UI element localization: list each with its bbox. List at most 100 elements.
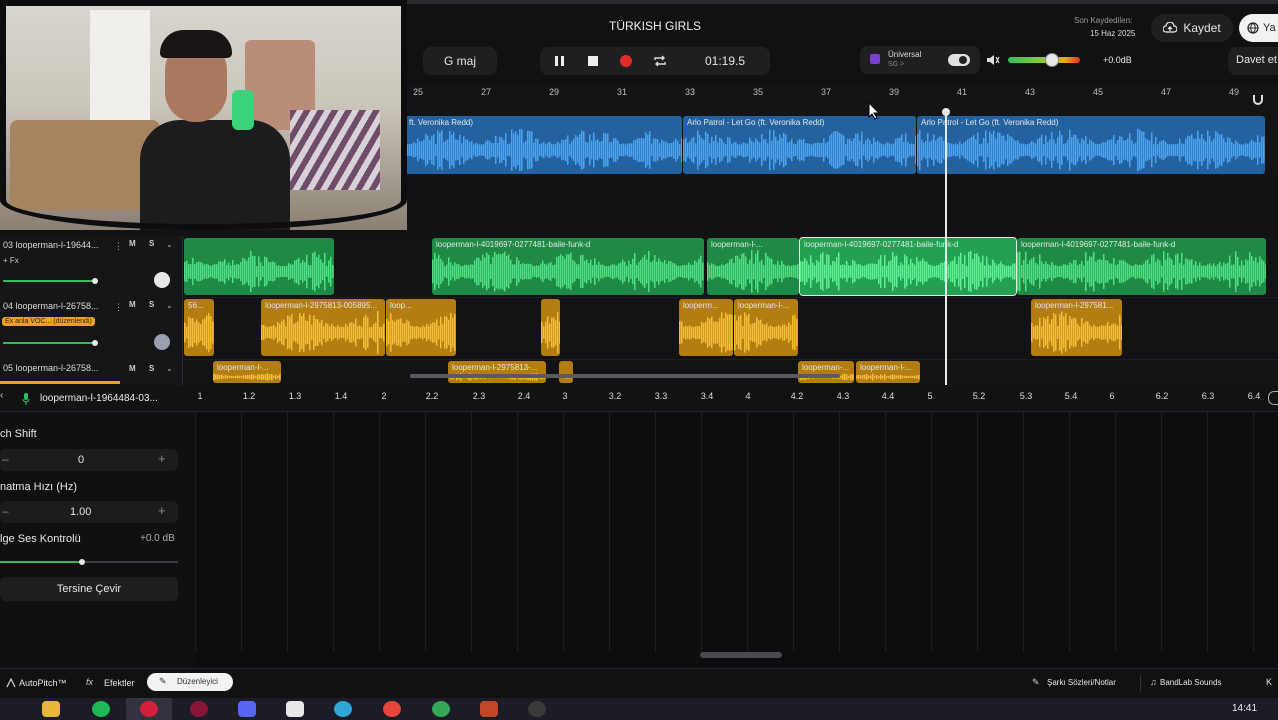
audio-clip[interactable]: Arlo Patrol - Let Go (ft. Veronika Redd) [683,116,916,174]
gain-slider-knob[interactable] [79,559,85,565]
audio-clip[interactable]: looperman-l-4019697-0277481-baile-funk-d [799,237,1017,296]
audio-clip[interactable]: looperman-l-... [856,361,920,383]
plus-icon[interactable]: + [158,503,166,518]
track-volume-slider-3[interactable] [3,280,95,282]
key-selector[interactable]: G maj [423,47,497,75]
more-icon[interactable]: ⋮ [114,241,123,252]
preset-selector[interactable]: Üniversal SG > [860,46,980,74]
horizontal-scrollbar[interactable] [410,374,840,378]
editor-grid[interactable] [195,412,1278,652]
speaker-icon[interactable] [986,53,1000,72]
audio-clip[interactable]: looperman-l-... [213,361,281,383]
plus-icon[interactable]: + [158,451,166,466]
edge-icon[interactable] [334,701,352,717]
spotify-icon[interactable] [92,701,110,717]
playback-rate-field[interactable]: – 1.00 + [0,501,178,523]
preset-toggle[interactable] [948,54,970,66]
effects-button[interactable]: Efektler [104,678,135,688]
project-title[interactable]: TÜRKISH GIRLS [540,19,770,33]
solo-button-3[interactable]: S [149,239,154,248]
audio-clip[interactable]: looperman-l-... [734,299,798,356]
solo-button-4[interactable]: S [149,300,154,309]
clip-label: looperman-l-297581... [1035,301,1114,310]
time-display: 01:19.5 [704,54,746,68]
track-tag-4[interactable]: Ex anla VOC... (düzenlendi) [2,317,95,326]
record-button[interactable] [612,47,640,75]
bandlab-icon[interactable] [140,701,158,717]
mute-button-4[interactable]: M [129,300,136,309]
editor-ruler-tick: 2 [381,391,387,401]
audio-clip[interactable]: looperman-l-2975813-... [448,361,546,383]
loop-button[interactable] [646,47,674,75]
help-button[interactable]: Ya [1239,14,1278,42]
chrome-profile-icon[interactable] [432,701,450,717]
gain-slider[interactable] [0,561,82,563]
track-header-4[interactable]: 04 looperman-l-26758... Ex anla VOC... (… [0,297,183,359]
stop-button[interactable] [579,47,607,75]
audio-clip[interactable]: looperman-l-... [707,238,799,295]
obs-icon[interactable] [528,701,546,717]
bandlab-sounds-button[interactable]: BandLab Sounds [1160,678,1221,687]
track-header-5[interactable]: 05 looperman-l-26758... M S ⌄ [0,359,183,385]
waveform [213,373,281,381]
audio-clip[interactable] [184,238,334,295]
audio-clip[interactable]: 56... [184,299,214,356]
music-app-icon[interactable] [190,701,208,717]
track-volume-knob-4[interactable] [92,340,98,346]
audio-clip[interactable]: looperman-l-4019697-0277481-baile-funk-d [1017,238,1266,295]
waveform [1017,251,1266,292]
editor-ruler[interactable]: 1 1.2 1.3 1.4 2 2.2 2.3 2.4 3 3.2 3.3 3.4 4 4.2 4.3 4.4… [0,385,1278,412]
editor-scrollbar[interactable] [700,652,782,658]
track-header-3[interactable]: 03 looperman-l-19644... + Fx M S ⌄ ⋮ [0,236,183,297]
solo-button-5[interactable]: S [149,364,154,373]
audio-clip[interactable]: looperman-... [798,361,854,383]
more-panel-button[interactable]: K [1266,677,1272,687]
track-tag-5-partial [0,381,120,384]
save-button[interactable]: Kaydet [1151,14,1233,42]
pan-knob-4[interactable] [154,334,170,350]
audio-clip[interactable]: looperman-l-2975813-005895... [261,299,385,356]
more-icon[interactable]: ⋮ [114,302,123,313]
chrome-icon[interactable] [383,701,401,717]
discord-icon[interactable] [238,701,256,717]
grid-line [885,412,886,652]
timeline-ruler[interactable]: 25 27 29 31 33 35 37 39 41 43 45 47 49 [405,84,1278,107]
invite-button[interactable]: Davet et [1228,47,1278,75]
autopitch-button[interactable]: AutoPitch™ [19,678,67,688]
grid-line [1207,412,1208,652]
grid-line [931,412,932,652]
mute-button-5[interactable]: M [129,364,136,373]
add-fx-button[interactable]: + Fx [3,256,19,265]
chevron-down-icon[interactable]: ⌄ [166,364,173,373]
pause-button[interactable] [546,47,574,75]
audio-clip[interactable]: loop... [386,299,456,356]
track-volume-knob-3[interactable] [92,278,98,284]
reverse-button[interactable]: Tersine Çevir [0,577,178,601]
master-volume-slider[interactable] [1008,53,1080,67]
playhead[interactable] [945,110,947,385]
editor-tab[interactable]: ✎ Düzenleyici [147,673,233,691]
audio-clip[interactable]: looperman-l-4019697-0277481-baile-funk-d [432,238,704,295]
audio-clip[interactable] [541,299,560,356]
lyrics-button[interactable]: Şarkı Sözleri/Notlar [1047,678,1116,687]
audio-clip[interactable]: ft. Veronika Redd) [405,116,682,174]
chevron-down-icon[interactable]: ⌄ [166,240,173,249]
pitch-shift-field[interactable]: – 0 + [0,449,178,471]
powerpoint-icon[interactable] [480,701,498,717]
back-icon[interactable]: ‹ [0,390,3,401]
pan-knob-3[interactable] [154,272,170,288]
chevron-down-icon[interactable]: ⌄ [166,301,173,310]
audio-clip[interactable] [559,361,573,383]
track-volume-slider-4[interactable] [3,342,95,344]
minus-icon[interactable]: – [2,452,9,466]
playhead-handle[interactable] [942,108,950,116]
audio-clip[interactable]: looperman-l-297581... [1031,299,1122,356]
zoom-icon[interactable] [1268,391,1278,405]
minus-icon[interactable]: – [2,504,9,518]
audio-clip[interactable]: Arlo Patrol - Let Go (ft. Veronika Redd) [917,116,1265,174]
clip-label: looperman-l-... [860,363,912,372]
mute-button-3[interactable]: M [129,239,136,248]
file-explorer-icon[interactable] [42,701,60,717]
notes-icon[interactable] [286,701,304,717]
audio-clip[interactable]: looperm... [679,299,733,356]
